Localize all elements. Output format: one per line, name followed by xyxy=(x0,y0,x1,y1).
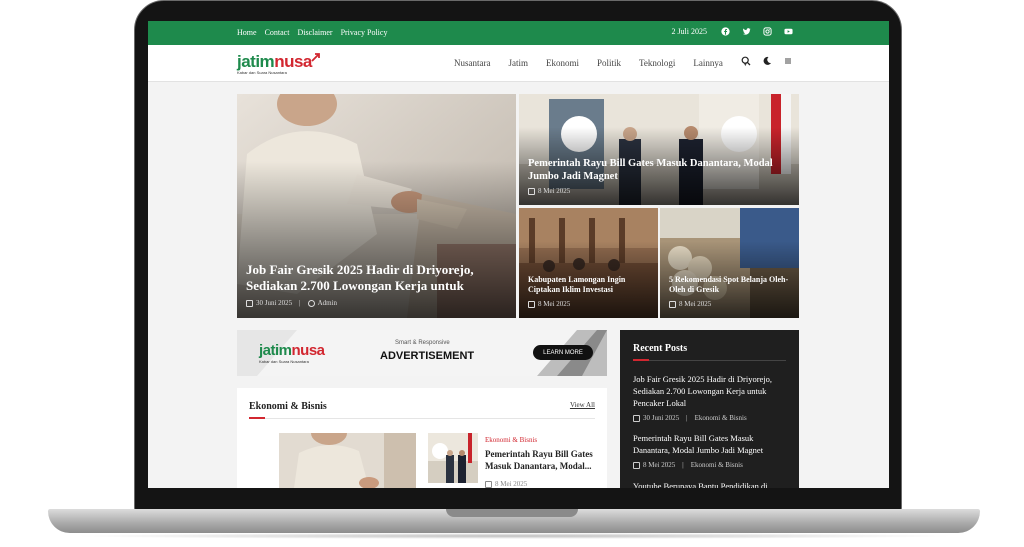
browser-screen: Home Contact Disclaimer Privacy Policy 2… xyxy=(148,21,889,488)
meta-divider: | xyxy=(299,299,301,307)
section-view-all[interactable]: View All xyxy=(570,401,595,409)
recent-post-1-meta: 30 Juni 2025 | Ekonomi & Bisnis xyxy=(633,414,791,422)
hero-top-right-article[interactable]: Pemerintah Rayu Bill Gates Masuk Dananta… xyxy=(519,94,799,205)
recent-post-1[interactable]: Job Fair Gresik 2025 Hadir di Driyorejo,… xyxy=(633,373,791,422)
ad-button-label: LEARN MORE xyxy=(543,349,583,356)
section-item-date: 8 Mei 2025 xyxy=(495,480,528,488)
meta-divider: | xyxy=(686,414,688,422)
section-item-category[interactable]: Ekonomi & Bisnis xyxy=(485,436,537,444)
header-icons xyxy=(741,56,793,66)
section-featured-image[interactable] xyxy=(279,433,416,488)
top-links: Home Contact Disclaimer Privacy Policy xyxy=(237,28,387,37)
hero-top-right-title[interactable]: Pemerintah Rayu Bill Gates Masuk Dananta… xyxy=(528,157,793,183)
nav-lainnya-label: Lainnya xyxy=(693,58,723,68)
section-item-title[interactable]: Pemerintah Rayu Bill Gates Masuk Dananta… xyxy=(485,448,600,472)
logo-arrow-icon xyxy=(311,53,320,62)
recent-post-2-title[interactable]: Pemerintah Rayu Bill Gates Masuk Dananta… xyxy=(633,432,791,456)
section-item-meta: 8 Mei 2025 xyxy=(485,480,527,488)
recent-divider xyxy=(633,360,786,361)
ad-learn-more-button[interactable]: LEARN MORE xyxy=(533,345,593,360)
hero-top-right-meta: 8 Mei 2025 xyxy=(528,187,570,195)
hero-bottom-left-article[interactable]: Kabupaten Lamongan Ingin Ciptakan Iklim … xyxy=(519,208,658,318)
site-logo[interactable]: jatimnusa Kabar dan Suara Nusantara xyxy=(237,52,321,75)
calendar-icon xyxy=(669,300,676,308)
laptop-notch xyxy=(446,509,578,517)
recent-post-3-title[interactable]: Youtube Berupaya Bantu Pendidikan di xyxy=(633,480,791,488)
recent-posts-title: Recent Posts xyxy=(633,343,688,354)
hero-bottom-left-meta: 8 Mei 2025 xyxy=(528,300,570,308)
top-link-privacy[interactable]: Privacy Policy xyxy=(341,28,388,37)
search-icon[interactable] xyxy=(741,56,751,66)
ad-small-text: Smart & Responsive xyxy=(395,340,450,346)
section-title: Ekonomi & Bisnis xyxy=(249,401,327,412)
nav-ekonomi[interactable]: Ekonomi xyxy=(546,58,579,68)
moon-icon[interactable] xyxy=(762,56,772,66)
hero-main-author[interactable]: Admin xyxy=(318,299,337,307)
recent-post-2-category[interactable]: Ekonomi & Bisnis xyxy=(691,461,743,469)
top-link-contact[interactable]: Contact xyxy=(265,28,290,37)
top-link-home[interactable]: Home xyxy=(237,28,257,37)
ad-logo-tagline: Kabar dan Suara Nusantara xyxy=(259,359,309,364)
logo-text-nusa: nusa xyxy=(274,52,312,71)
meta-divider: | xyxy=(682,461,684,469)
section-accent xyxy=(249,417,265,419)
top-link-disclaimer[interactable]: Disclaimer xyxy=(297,28,332,37)
calendar-icon xyxy=(246,299,253,307)
recent-post-2[interactable]: Pemerintah Rayu Bill Gates Masuk Dananta… xyxy=(633,432,791,469)
top-date: 2 Juli 2025 xyxy=(671,27,707,36)
section-item-thumbnail[interactable] xyxy=(428,433,478,483)
section-divider xyxy=(249,418,595,419)
advertisement-banner[interactable]: jatimnusa Kabar dan Suara Nusantara Smar… xyxy=(237,330,607,376)
section-ekonomi-bisnis: Ekonomi & Bisnis View All Ekonomi & Bisn… xyxy=(237,388,607,488)
hero-main-title[interactable]: Job Fair Gresik 2025 Hadir di Driyorejo,… xyxy=(246,262,506,294)
calendar-icon xyxy=(528,187,535,195)
menu-icon[interactable] xyxy=(783,56,793,66)
recent-post-1-category[interactable]: Ekonomi & Bisnis xyxy=(695,414,747,422)
instagram-icon[interactable] xyxy=(763,27,772,36)
hero-main-overlay xyxy=(237,161,516,318)
calendar-icon xyxy=(633,461,640,469)
main-nav: Nusantara Jatim Ekonomi Politik Teknolog… xyxy=(454,58,784,68)
hero-bottom-right-date: 8 Mei 2025 xyxy=(679,300,712,308)
recent-post-2-meta: 8 Mei 2025 | Ekonomi & Bisnis xyxy=(633,461,791,469)
calendar-icon xyxy=(528,300,535,308)
calendar-icon xyxy=(485,480,492,488)
user-icon xyxy=(307,299,315,307)
nav-politik[interactable]: Politik xyxy=(597,58,621,68)
recent-post-2-date: 8 Mei 2025 xyxy=(643,461,676,469)
nav-jatim[interactable]: Jatim xyxy=(508,58,528,68)
hero-bottom-right-title[interactable]: 5 Rekomendasi Spot Belanja Oleh-Oleh di … xyxy=(669,275,794,295)
ad-logo-nusa: nusa xyxy=(291,342,326,359)
facebook-icon[interactable] xyxy=(721,27,730,36)
recent-post-3[interactable]: Youtube Berupaya Bantu Pendidikan di xyxy=(633,480,791,488)
hero-top-right-date: 8 Mei 2025 xyxy=(538,187,571,195)
recent-post-1-date: 30 Juni 2025 xyxy=(643,414,680,422)
calendar-icon xyxy=(633,414,640,422)
hero-bottom-right-article[interactable]: 5 Rekomendasi Spot Belanja Oleh-Oleh di … xyxy=(660,208,799,318)
top-right: 2 Juli 2025 xyxy=(671,27,793,36)
hero-bottom-right-meta: 8 Mei 2025 xyxy=(669,300,711,308)
site-header: jatimnusa Kabar dan Suara Nusantara Nusa… xyxy=(148,45,889,82)
ad-logo: jatimnusa Kabar dan Suara Nusantara xyxy=(259,342,325,364)
youtube-icon[interactable] xyxy=(784,27,793,36)
hero-main-meta: 30 Juni 2025 | Admin xyxy=(246,299,337,307)
hero-bottom-left-title[interactable]: Kabupaten Lamongan Ingin Ciptakan Iklim … xyxy=(528,275,653,295)
ad-logo-jatim: jatim xyxy=(259,342,292,359)
hero-bottom-left-date: 8 Mei 2025 xyxy=(538,300,571,308)
nav-nusantara[interactable]: Nusantara xyxy=(454,58,490,68)
twitter-icon[interactable] xyxy=(742,27,751,36)
hero-main-date: 30 Juni 2025 xyxy=(256,299,293,307)
ad-big-text: ADVERTISEMENT xyxy=(380,350,475,362)
recent-post-1-title[interactable]: Job Fair Gresik 2025 Hadir di Driyorejo,… xyxy=(633,373,791,409)
recent-posts-widget: Recent Posts Job Fair Gresik 2025 Hadir … xyxy=(620,330,799,488)
top-bar: Home Contact Disclaimer Privacy Policy 2… xyxy=(148,21,889,45)
recent-accent xyxy=(633,359,649,361)
nav-teknologi[interactable]: Teknologi xyxy=(639,58,675,68)
hero-main-article[interactable]: Job Fair Gresik 2025 Hadir di Driyorejo,… xyxy=(237,94,516,318)
laptop-shadow xyxy=(70,533,958,539)
logo-text-jatim: jatim xyxy=(237,52,275,71)
